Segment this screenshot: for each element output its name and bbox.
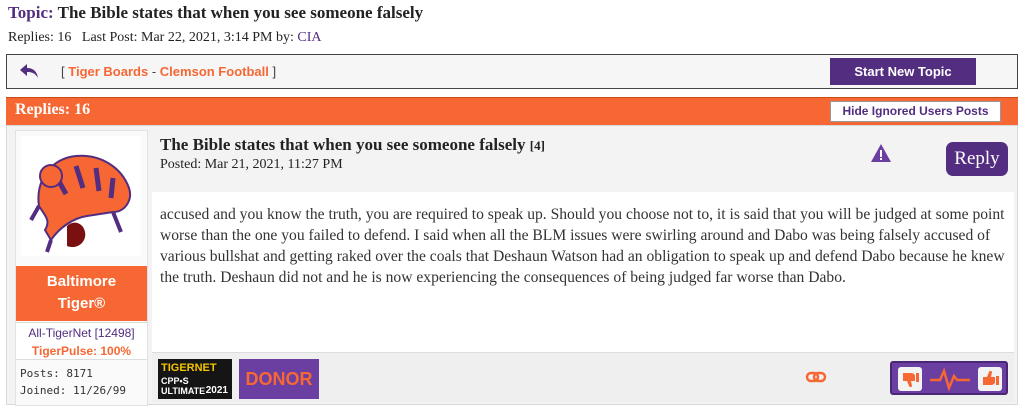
breadcrumb-bar: [ Tiger Boards - Clemson Football ] Star… <box>6 54 1018 89</box>
cpps-ultimate-badge[interactable]: TIGERNET CPP•S ULTIMATE 2021 <box>158 359 232 399</box>
post: Baltimore Tiger® All-TigerNet [12498] Ti… <box>6 125 1018 406</box>
crumb-open: [ <box>61 64 65 79</box>
link-icon[interactable] <box>805 366 827 388</box>
breadcrumb: [ Tiger Boards - Clemson Football ] <box>61 64 276 79</box>
user-stats: Posts: 8171 Joined: 11/26/99 <box>20 365 126 399</box>
avatar[interactable] <box>21 136 141 256</box>
user-name-line1: Baltimore <box>46 273 117 290</box>
tigerpulse-icon[interactable] <box>930 367 970 391</box>
user-posts: Posts: 8171 <box>20 367 93 380</box>
user-pulse: TigerPulse: 100% <box>16 342 147 360</box>
thumbs-down-icon[interactable] <box>898 367 922 391</box>
post-content: The Bible states that when you see someo… <box>152 130 1014 402</box>
topic-label: Topic: <box>8 3 54 22</box>
crumb-tiger-boards[interactable]: Tiger Boards <box>68 64 148 79</box>
user-joined: Joined: 11/26/99 <box>20 384 126 397</box>
user-name-line2: Tiger® <box>57 295 106 312</box>
hide-ignored-button[interactable]: Hide Ignored Users Posts <box>830 101 1001 122</box>
post-reply-count: [4] <box>529 138 545 153</box>
badge1-title: TIGERNET <box>161 362 217 374</box>
replies-bar: Replies: 16 Hide Ignored Users Posts <box>6 97 1018 125</box>
post-header: The Bible states that when you see someo… <box>152 130 1014 192</box>
back-arrow-icon[interactable] <box>19 61 39 81</box>
donor-badge[interactable]: DONOR <box>239 359 319 399</box>
post-footer: TIGERNET CPP•S ULTIMATE 2021 DONOR <box>152 352 1014 402</box>
topic-title: Topic: The Bible states that when you se… <box>8 2 1018 24</box>
topic-title-text: The Bible states that when you see someo… <box>57 3 424 22</box>
last-post-user-link[interactable]: CIA <box>297 30 321 45</box>
post-date: Posted: Mar 21, 2021, 11:27 PM <box>160 157 343 172</box>
start-new-topic-button[interactable]: Start New Topic <box>830 58 976 85</box>
topic-header: Topic: The Bible states that when you se… <box>8 2 1018 48</box>
user-info-column: Baltimore Tiger® All-TigerNet [12498] Ti… <box>15 130 148 406</box>
post-title-text: The Bible states that when you see someo… <box>160 135 526 154</box>
reply-button[interactable]: Reply <box>946 142 1008 176</box>
crumb-close: ] <box>272 64 277 79</box>
report-warning-icon[interactable] <box>870 143 892 163</box>
post-body: accused and you know the truth, you are … <box>160 206 1005 286</box>
crumb-sep: - <box>151 64 157 79</box>
topic-meta: Replies: 16 Last Post: Mar 22, 2021, 3:1… <box>8 28 1018 48</box>
badge1-year: 2021 <box>205 385 228 396</box>
replies-label: Replies: 16 <box>15 101 91 118</box>
post-title: The Bible states that when you see someo… <box>160 135 545 155</box>
crumb-clemson-football[interactable]: Clemson Football <box>160 64 269 79</box>
topic-last-post: Last Post: Mar 22, 2021, 3:14 PM by: <box>81 30 294 45</box>
user-name[interactable]: Baltimore Tiger® <box>16 266 147 321</box>
vote-box <box>890 361 1008 395</box>
topic-replies: Replies: 16 <box>8 30 72 45</box>
user-rank: All-TigerNet [12498] <box>16 322 147 342</box>
thumbs-up-icon[interactable] <box>978 367 1002 391</box>
